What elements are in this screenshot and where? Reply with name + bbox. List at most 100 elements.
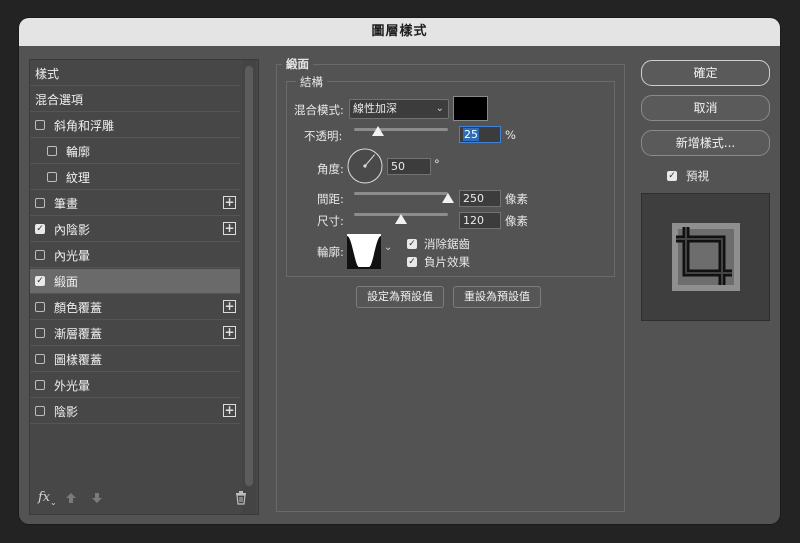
angle-input[interactable]: 50 [387, 158, 431, 175]
opacity-value: 25 [463, 128, 479, 141]
sidebar-item-checkbox[interactable]: ✓ [35, 224, 45, 234]
structure-group-title: 結構 [296, 74, 327, 90]
make-default-button[interactable]: 設定為預設值 [356, 286, 444, 308]
sidebar-item-label: 外光暈 [54, 378, 91, 393]
sidebar-item-checkbox[interactable] [35, 380, 45, 390]
trash-icon[interactable] [235, 491, 247, 505]
sidebar-item-label: 斜角和浮雕 [54, 118, 115, 133]
sidebar-item-label: 漸層覆蓋 [54, 326, 103, 341]
size-unit: 像素 [505, 214, 528, 228]
size-input[interactable]: 120 [459, 212, 501, 229]
blend-mode-label: 混合模式: [294, 103, 344, 117]
sidebar-item[interactable]: ✓ 內陰影 + [30, 217, 240, 242]
sidebar-item[interactable]: 外光暈 [30, 373, 240, 398]
move-down-icon[interactable] [91, 492, 103, 504]
sidebar-item[interactable]: 輪廓 [30, 139, 240, 164]
size-value: 120 [463, 214, 484, 227]
sidebar-item-checkbox[interactable] [35, 302, 45, 312]
reset-default-button[interactable]: 重設為預設值 [453, 286, 541, 308]
sidebar-item-label: 顏色覆蓋 [54, 300, 103, 315]
sidebar-item-label: 圖樣覆蓋 [54, 352, 103, 367]
opacity-input[interactable]: 25 [459, 126, 501, 143]
style-list-toolbar: fx ⌄ [30, 484, 258, 514]
sidebar-item[interactable]: 紋理 [30, 165, 240, 190]
add-effect-icon[interactable]: + [223, 404, 236, 417]
sidebar-item[interactable]: ✓ 緞面 [30, 269, 240, 294]
dialog-title: 圖層樣式 [19, 18, 780, 46]
sidebar-item-checkbox[interactable] [47, 146, 57, 156]
sidebar-item[interactable]: 內光暈 [30, 243, 240, 268]
angle-label: 角度: [317, 162, 344, 176]
angle-unit: ° [434, 157, 440, 171]
sidebar-item[interactable]: 顏色覆蓋 + [30, 295, 240, 320]
blend-mode-select[interactable]: 線性加深 ⌄ [349, 99, 449, 119]
distance-input[interactable]: 250 [459, 190, 501, 207]
ok-button[interactable]: 確定 [641, 60, 770, 86]
sidebar-item-label: 輪廓 [66, 144, 91, 159]
sidebar-item-label: 陰影 [54, 404, 79, 419]
sidebar-item-checkbox[interactable] [35, 354, 45, 364]
cancel-button[interactable]: 取消 [641, 95, 770, 121]
sidebar-item-label: 內陰影 [54, 222, 91, 237]
sidebar-item[interactable]: 陰影 + [30, 399, 240, 424]
distance-slider[interactable] [354, 192, 448, 195]
sidebar-item[interactable]: 筆畫 + [30, 191, 240, 216]
preview-label: 預視 [686, 169, 709, 183]
shadow-color-swatch[interactable] [453, 96, 488, 121]
invert-option[interactable]: ✓ 負片效果 [407, 254, 470, 270]
distance-unit: 像素 [505, 192, 528, 206]
anti-alias-checkbox[interactable]: ✓ [407, 239, 417, 249]
style-list-panel: 樣式混合選項斜角和浮雕輪廓紋理筆畫 + ✓ 內陰影 + 內光暈 ✓ 緞面顏色覆蓋 + 漸層覆蓋 + 圖… [29, 59, 259, 515]
sidebar-item-label: 紋理 [66, 170, 91, 185]
opacity-label: 不透明: [304, 129, 343, 143]
preview-thumbnail [672, 223, 740, 291]
anti-alias-label: 消除鋸齒 [424, 237, 470, 251]
angle-dial[interactable] [346, 147, 384, 185]
sidebar-item-checkbox[interactable] [35, 120, 45, 130]
add-effect-icon[interactable]: + [223, 326, 236, 339]
sidebar-item[interactable]: 斜角和浮雕 [30, 113, 240, 138]
anti-alias-option[interactable]: ✓ 消除鋸齒 [407, 236, 470, 252]
preview-option[interactable]: ✓ 預視 [667, 168, 709, 184]
sidebar-item[interactable]: 漸層覆蓋 + [30, 321, 240, 346]
distance-value: 250 [463, 192, 484, 205]
opacity-slider-handle[interactable] [371, 126, 384, 136]
sidebar-item-checkbox[interactable] [35, 198, 45, 208]
size-slider-handle[interactable] [395, 214, 407, 224]
sidebar-item-checkbox[interactable] [47, 172, 57, 182]
layer-style-dialog: 圖層樣式 樣式 混合選項 斜角和浮雕 輪廓 紋理 筆畫 + ✓ 內陰影 + 內光暈 ✓ 緞面 顏色覆蓋 + 漸… [19, 18, 780, 524]
invert-label: 負片效果 [424, 255, 470, 269]
opacity-slider[interactable] [354, 128, 448, 131]
add-effect-icon[interactable]: + [223, 300, 236, 313]
sidebar-item-checkbox[interactable]: ✓ [35, 276, 45, 286]
move-up-icon[interactable] [65, 492, 77, 504]
distance-slider-handle[interactable] [442, 193, 454, 203]
chevron-down-icon: ⌄ [435, 103, 444, 114]
angle-value: 50 [391, 160, 405, 173]
preview-checkbox[interactable]: ✓ [667, 171, 677, 181]
fx-icon[interactable]: fx [38, 490, 50, 505]
sidebar-item-label: 緞面 [54, 274, 79, 289]
invert-checkbox[interactable]: ✓ [407, 257, 417, 267]
sidebar-item[interactable]: 樣式 [30, 61, 240, 86]
sidebar-item[interactable]: 圖樣覆蓋 [30, 347, 240, 372]
size-label: 尺寸: [317, 214, 344, 228]
fx-chevron-icon[interactable]: ⌄ [50, 498, 57, 507]
sidebar-item-label: 內光暈 [54, 248, 91, 263]
sidebar-item-checkbox[interactable] [35, 406, 45, 416]
new-style-button[interactable]: 新增樣式... [641, 130, 770, 156]
distance-label: 間距: [317, 192, 344, 206]
contour-chevron-down-icon[interactable]: ⌄ [384, 242, 392, 253]
satin-section-title: 緞面 [282, 56, 313, 72]
sidebar-item-checkbox[interactable] [35, 250, 45, 260]
blend-mode-value: 線性加深 [353, 102, 397, 115]
sidebar-item-checkbox[interactable] [35, 328, 45, 338]
style-preview [641, 193, 770, 321]
sidebar-item[interactable]: 混合選項 [30, 87, 240, 112]
style-list-scrollbar[interactable] [242, 60, 256, 514]
add-effect-icon[interactable]: + [223, 196, 236, 209]
sidebar-item-label: 樣式 [35, 66, 60, 81]
add-effect-icon[interactable]: + [223, 222, 236, 235]
scrollbar-thumb[interactable] [245, 66, 253, 486]
contour-preview[interactable] [347, 234, 381, 269]
